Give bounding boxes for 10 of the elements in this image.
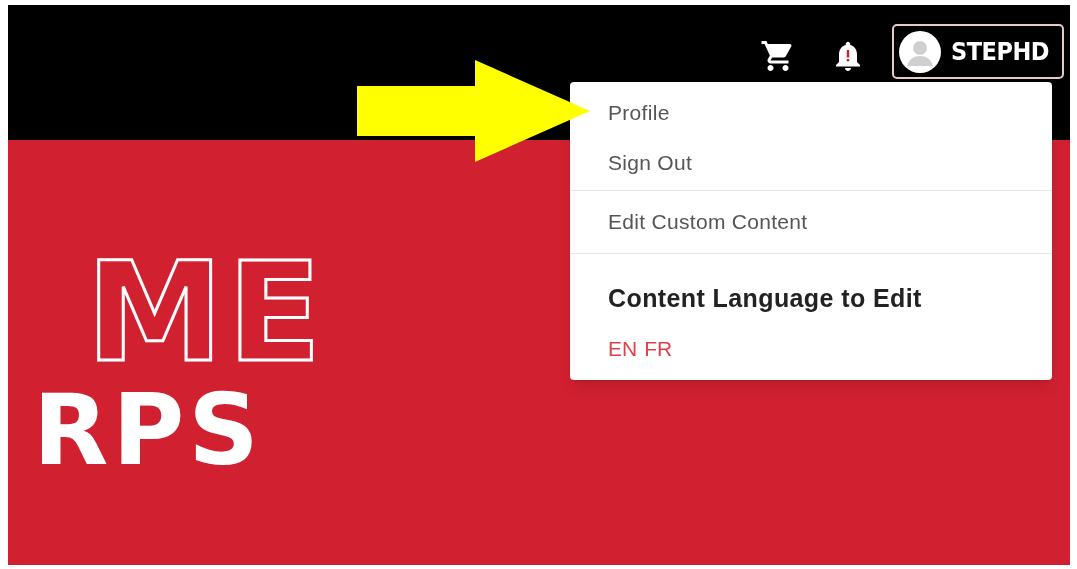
user-menu-button[interactable]: STEPHD (892, 24, 1064, 79)
avatar-icon (899, 30, 941, 73)
language-link[interactable]: FR (644, 336, 673, 362)
hero-heading: RPS (33, 390, 263, 470)
hero-heading: ME (86, 258, 326, 368)
section-heading: Content Language to Edit (608, 283, 922, 314)
language-link[interactable]: EN (608, 336, 638, 362)
menu-item[interactable]: Profile (608, 100, 670, 126)
menu-item[interactable]: Edit Custom Content (608, 209, 808, 235)
menu-item[interactable]: Sign Out (608, 150, 693, 176)
